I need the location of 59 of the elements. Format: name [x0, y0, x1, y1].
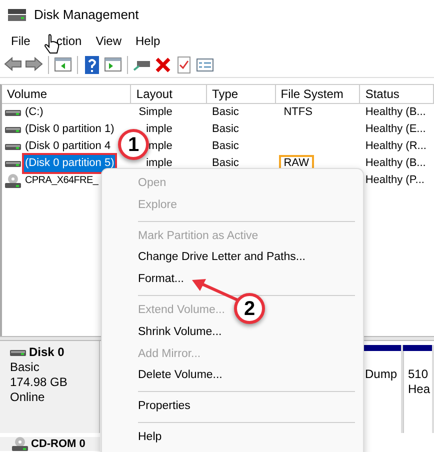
console-tree-icon[interactable] [54, 56, 72, 74]
table-cell-text: Healthy (B... [365, 156, 426, 172]
drive-icon [5, 124, 21, 134]
menu-item[interactable]: Format... [138, 269, 184, 291]
table-cell-text: Basic [212, 139, 239, 154]
table-cell-text: Basic [212, 122, 239, 138]
column-header[interactable]: Volume [2, 85, 132, 104]
help-icon[interactable] [83, 56, 101, 74]
table-cell-text: NTFS [282, 105, 314, 120]
checklist-icon[interactable] [175, 56, 193, 74]
disk-name: CD-ROM 0 [31, 436, 86, 452]
list-entry[interactable]: (Disk 0 partition 4 [24, 138, 112, 155]
disk-info: Online [10, 390, 46, 405]
drive-icon [5, 108, 21, 118]
list-entry[interactable]: (Disk 0 partition 5) [24, 155, 116, 172]
properties-icon[interactable] [196, 56, 214, 74]
delete-icon[interactable] [154, 56, 172, 74]
action-pane-icon[interactable] [104, 56, 122, 74]
menu-item[interactable]: View [88, 32, 128, 50]
partition-label: 510 [408, 367, 430, 382]
menu-item[interactable]: Help [128, 32, 168, 50]
back-icon[interactable] [4, 56, 22, 74]
column-header[interactable]: Layout [131, 85, 208, 104]
callout-badge: 1 [118, 129, 149, 160]
table-cell-text: Basic [212, 156, 239, 172]
table-cell-text: Healthy (P... [365, 173, 424, 188]
drive-icon [10, 348, 26, 358]
forward-icon[interactable] [25, 56, 43, 74]
column-header[interactable]: File System [276, 85, 360, 104]
partition-block[interactable]: 510 Hea [402, 345, 434, 433]
menu-item[interactable]: Change Drive Letter and Paths... [138, 247, 306, 270]
menu-item[interactable]: Delete Volume... [138, 365, 222, 388]
cd-drive-icon [5, 174, 21, 188]
menu-item[interactable]: Shrink Volume... [138, 322, 222, 344]
menu-item[interactable]: Help [138, 426, 162, 449]
menu-item[interactable]: Properties [138, 396, 190, 418]
disk-info: 174.98 GB [10, 375, 68, 390]
cd-drive-icon [12, 437, 28, 451]
window-title: Disk Management [34, 6, 139, 24]
table-cell-text: Healthy (R... [365, 139, 426, 154]
partition-label: Hea [408, 382, 430, 397]
menu-item[interactable]: ction [37, 32, 89, 50]
list-entry[interactable]: CPRA_X64FRE_ [24, 173, 100, 188]
menu-item[interactable]: File [4, 32, 38, 50]
table-cell-text: Healthy (B... [365, 105, 426, 120]
disk-name: Disk 0 [29, 345, 64, 360]
table-cell-text: Healthy (E... [365, 122, 426, 138]
partition-label: Dump [364, 367, 398, 382]
drive-icon [5, 158, 21, 168]
table-cell-text: Basic [212, 105, 239, 120]
column-header[interactable]: Status [360, 85, 434, 104]
disk-management-icon [8, 9, 26, 21]
disk-info: Basic [10, 360, 40, 375]
list-entry[interactable]: (Disk 0 partition 1) [24, 121, 116, 138]
table-cell-text: Simple [138, 105, 172, 120]
table-cell-text: mple [148, 139, 172, 154]
list-entry[interactable]: (C:) [24, 104, 44, 121]
drive-icon [5, 142, 21, 152]
column-header[interactable]: Type [207, 85, 276, 104]
